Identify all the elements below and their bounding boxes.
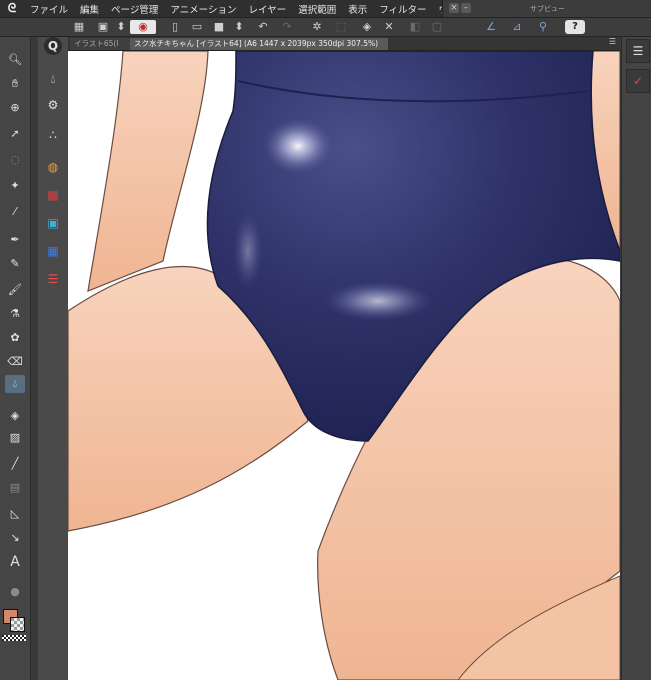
- eraser-icon[interactable]: ⌫: [5, 353, 25, 371]
- blend-icon[interactable]: 💧︎: [5, 375, 25, 393]
- tab-illust65[interactable]: イラスト65(I: [70, 38, 134, 50]
- operation-icon[interactable]: ➚: [5, 125, 25, 143]
- drawing-canvas[interactable]: [68, 51, 620, 680]
- color-set-icon[interactable]: ▩: [42, 185, 64, 205]
- pen-icon[interactable]: ✒︎: [5, 231, 25, 249]
- menu-layer[interactable]: レイヤー: [242, 2, 292, 16]
- fill-bucket-icon[interactable]: ◈: [5, 407, 25, 425]
- app-logo-icon[interactable]: ᘓ: [0, 1, 24, 16]
- magic-wand-icon[interactable]: ✦: [5, 177, 25, 195]
- menu-page[interactable]: ページ管理: [105, 2, 164, 16]
- blend-settings-icon[interactable]: ⚙︎: [42, 95, 64, 115]
- undo-icon[interactable]: ↶: [256, 20, 270, 34]
- perspective-icon[interactable]: ⊿: [510, 20, 524, 34]
- open-folder-icon[interactable]: ▭: [190, 20, 204, 34]
- save-icon[interactable]: ■: [212, 20, 226, 34]
- selection-icon[interactable]: ▢: [430, 20, 444, 34]
- menu-filter[interactable]: フィルター: [373, 2, 432, 16]
- airbrush-icon[interactable]: ⚗︎: [5, 305, 25, 323]
- balloon-icon[interactable]: ●: [5, 583, 25, 601]
- intermediate-color-icon[interactable]: ▣: [42, 213, 64, 233]
- eyedropper-icon[interactable]: ⁄: [5, 203, 25, 221]
- chevron-updown-icon[interactable]: ⬍: [114, 20, 128, 34]
- decoration-icon[interactable]: ✿: [5, 329, 25, 347]
- image-icon[interactable]: ▣: [96, 20, 110, 34]
- pen-tablet-icon[interactable]: ✓: [626, 69, 650, 93]
- similar-color-icon[interactable]: ▦: [42, 241, 64, 261]
- text-icon[interactable]: A: [5, 553, 25, 571]
- subview-titlebar: × – サブビュー: [442, 0, 651, 17]
- menu-selection[interactable]: 選択範囲: [292, 2, 342, 16]
- lasso-icon[interactable]: ◌: [5, 151, 25, 169]
- frame-icon[interactable]: ▤: [5, 479, 25, 497]
- color-history-icon[interactable]: ☰: [42, 269, 64, 289]
- subtool-palette: Q 💧︎ ⚙︎ ∴ ◍ ▩ ▣ ▦ ☰: [38, 37, 69, 680]
- blend-subtool-icon[interactable]: 💧︎: [42, 69, 64, 89]
- snap-icon[interactable]: ◉: [130, 20, 156, 34]
- move-icon[interactable]: ✕: [382, 20, 396, 34]
- command-bar: ▦ ▣ ⬍ ◉ ▯ ▭ ■ ⬍ ↶ ↷ ✲ ⬚ ◈ ✕ ◧ ▢ ∠ ⊿ ⚲ ?: [0, 18, 651, 37]
- tab-label: イラスト65(I: [74, 39, 119, 48]
- subview-title: サブビュー: [530, 5, 565, 13]
- zoom-icon[interactable]: 🔍︎: [5, 51, 25, 69]
- pen-pressure-icon[interactable]: ⚲: [536, 20, 550, 34]
- tab-illust64[interactable]: スク水チキちゃん [イラスト64] (A6 1447 x 2039px 350d…: [130, 38, 388, 50]
- ruler-icon[interactable]: ◺: [5, 505, 25, 523]
- tool-palette: 🔍︎ ✋︎ ⊕ ➚ ◌ ✦ ⁄ ✒︎ ✎ 🖌︎ ⚗︎ ✿ ⌫ 💧︎ ◈ ▨ ╱ …: [0, 37, 31, 680]
- redo-icon[interactable]: ↷: [280, 20, 294, 34]
- gradient-icon[interactable]: ▨: [5, 429, 25, 447]
- new-file-icon[interactable]: ▯: [168, 20, 182, 34]
- illustration: [68, 51, 620, 680]
- search-icon[interactable]: Q: [44, 37, 62, 55]
- brush-icon[interactable]: 🖌︎: [5, 281, 25, 299]
- figure-icon[interactable]: ╱: [5, 455, 25, 473]
- convert-icon[interactable]: ◧: [408, 20, 422, 34]
- ruler-icon[interactable]: ∠: [484, 20, 498, 34]
- document-tab-bar: イラスト65(I スク水チキちゃん [イラスト64] (A6 1447 x 20…: [68, 37, 620, 51]
- transparent-color-icon[interactable]: [2, 635, 26, 641]
- chevron-updown-icon[interactable]: ⬍: [232, 20, 246, 34]
- zoom-view-icon[interactable]: ⊕: [5, 99, 25, 117]
- menu-animation[interactable]: アニメーション: [164, 2, 242, 16]
- menu-view[interactable]: 表示: [342, 2, 373, 16]
- loading-icon[interactable]: ✲: [310, 20, 324, 34]
- fill-icon[interactable]: ◈: [360, 20, 374, 34]
- transform-icon[interactable]: ⬚: [334, 20, 348, 34]
- blend-drops-icon[interactable]: ∴: [42, 125, 64, 145]
- menu-edit[interactable]: 編集: [74, 2, 105, 16]
- sub-palette-bar: ☰ ✓: [621, 37, 651, 680]
- color-wheel-icon[interactable]: ◍: [42, 157, 64, 177]
- layer-stack-icon[interactable]: ☰: [626, 39, 650, 63]
- tab-menu-icon[interactable]: ☰: [609, 37, 616, 46]
- sub-color-swatch[interactable]: [10, 617, 25, 632]
- menu-file[interactable]: ファイル: [24, 2, 74, 16]
- tab-label: スク水チキちゃん [イラスト64] (A6 1447 x 2039px 350d…: [134, 39, 379, 48]
- help-icon[interactable]: ?: [565, 20, 585, 34]
- grid-icon[interactable]: ▦: [72, 20, 86, 34]
- correct-line-icon[interactable]: ↘: [5, 529, 25, 547]
- pencil-icon[interactable]: ✎: [5, 255, 25, 273]
- hand-icon[interactable]: ✋︎: [5, 75, 25, 93]
